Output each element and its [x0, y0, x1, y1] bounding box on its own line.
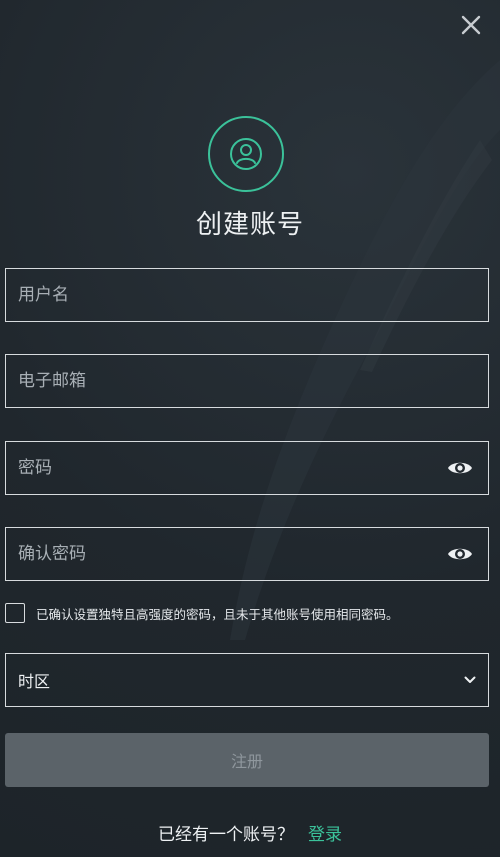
close-icon	[461, 15, 481, 35]
timezone-select[interactable]: 时区	[5, 653, 489, 707]
consent-checkbox[interactable]	[5, 603, 25, 623]
consent-label: 已确认设置独特且高强度的密码，且未于其他账号使用相同密码。	[36, 606, 399, 622]
email-input[interactable]	[6, 355, 488, 407]
confirm-password-field[interactable]	[5, 527, 489, 581]
password-field[interactable]	[5, 441, 489, 495]
username-input[interactable]	[6, 269, 488, 321]
timezone-label: 时区	[18, 672, 51, 691]
eye-icon	[448, 462, 472, 474]
confirm-password-visibility-toggle[interactable]	[442, 536, 478, 572]
page-title: 创建账号	[195, 210, 304, 240]
email-field[interactable]	[5, 354, 489, 408]
login-prompt-text: 已经有一个账号？	[158, 825, 294, 845]
eye-icon	[448, 548, 472, 560]
password-consent: 已确认设置独特且高强度的密码，且未于其他账号使用相同密码。	[5, 603, 399, 623]
username-field[interactable]	[5, 268, 489, 322]
password-visibility-toggle[interactable]	[442, 450, 478, 486]
register-button[interactable]: 注册	[5, 733, 489, 787]
login-prompt: 已经有一个账号？ 登录	[0, 820, 500, 845]
login-link[interactable]: 登录	[308, 825, 342, 845]
register-screen: 创建账号 已确认设置独特且高强度的密码，且未于其他账号使用相同密码。	[0, 0, 500, 857]
user-icon	[230, 138, 262, 170]
chevron-down-icon	[464, 676, 476, 683]
close-button[interactable]	[456, 10, 486, 40]
avatar	[208, 116, 284, 192]
password-input[interactable]	[6, 442, 442, 494]
confirm-password-input[interactable]	[6, 528, 442, 580]
